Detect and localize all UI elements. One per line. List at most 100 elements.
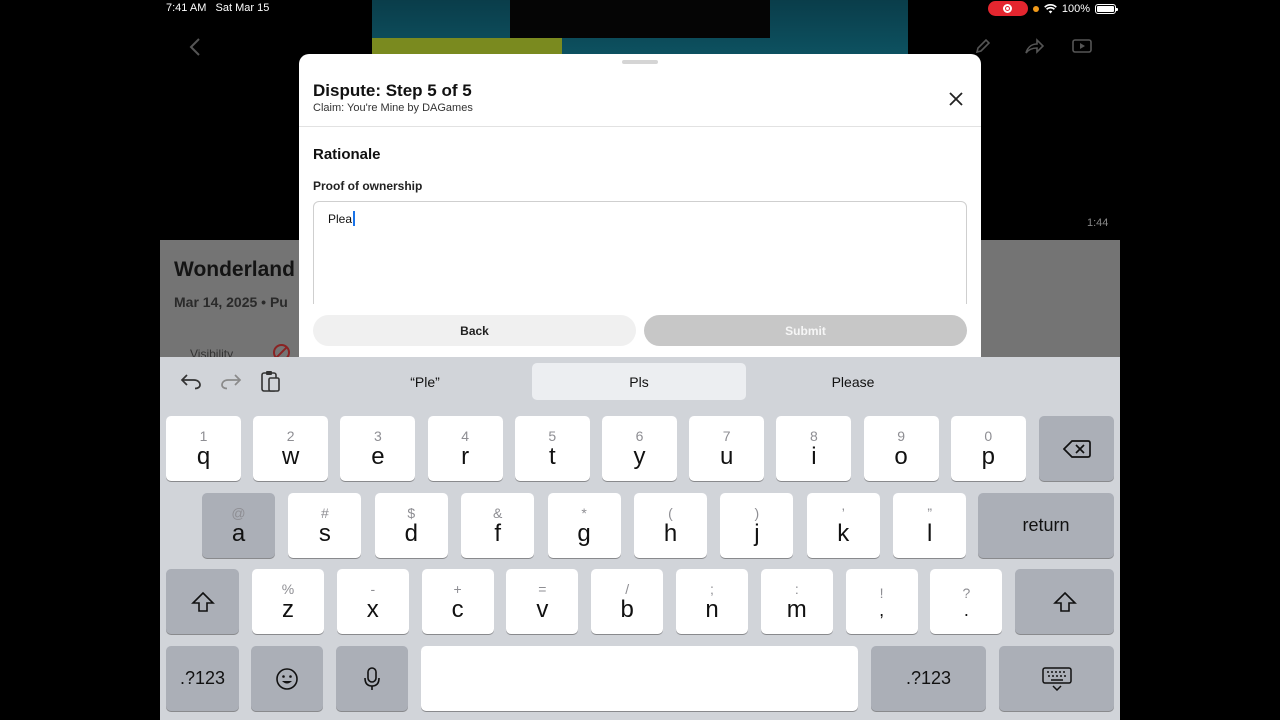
key-comma[interactable]: !,: [845, 569, 918, 634]
wifi-icon: [1044, 3, 1057, 13]
key-d[interactable]: $ d: [374, 493, 448, 558]
delete-key[interactable]: [1039, 416, 1114, 481]
return-label: return: [1022, 515, 1070, 535]
key-primary-label: x: [366, 595, 379, 623]
key-primary-label: ,: [879, 599, 885, 620]
video-duration: 1:44: [1087, 217, 1109, 229]
key-h[interactable]: (h: [634, 493, 707, 558]
key-primary-label: p: [981, 442, 995, 470]
key-period[interactable]: ?.: [930, 569, 1003, 634]
key-primary-label: j: [754, 519, 760, 547]
key-secondary-label: *: [581, 504, 587, 521]
key-secondary-label: /: [625, 580, 630, 597]
key-f[interactable]: & f: [461, 493, 535, 558]
suggestion-1[interactable]: “Ple”: [318, 363, 532, 400]
dialog-subtitle: Claim: You're Mine by DAGames: [313, 102, 473, 114]
dismiss-keyboard-key[interactable]: [999, 646, 1114, 711]
return-key[interactable]: return: [978, 493, 1114, 558]
key-e[interactable]: 3e: [340, 416, 416, 481]
key-secondary-label: :: [794, 580, 799, 597]
key-primary-label: u: [720, 442, 734, 470]
key-secondary-label: 9: [897, 427, 905, 444]
key-primary-label: o: [894, 442, 908, 470]
key-primary-label: r: [461, 442, 470, 470]
back-chevron-icon: [189, 38, 200, 56]
screen: 7:41 AM Sat Mar 15 100% 1:44 Wonderland …: [0, 0, 1280, 720]
key-secondary-label: ’: [841, 504, 845, 521]
space-bar[interactable]: [421, 646, 858, 711]
sheet-grabber[interactable]: [622, 60, 658, 64]
key-z[interactable]: % z: [252, 569, 324, 634]
key-j[interactable]: ) j: [720, 493, 794, 558]
key-m[interactable]: :m: [760, 569, 833, 634]
key-primary-label: v: [536, 595, 549, 623]
battery-percent: 100%: [1061, 2, 1090, 15]
redo-icon: [221, 374, 242, 390]
key-primary-label: s: [318, 519, 331, 547]
proof-field-label: Proof of ownership: [313, 179, 423, 193]
key-t[interactable]: 5t: [514, 416, 590, 481]
key-b[interactable]: / b: [591, 569, 664, 634]
status-date-text: Sat Mar 15: [215, 2, 270, 14]
key-q[interactable]: 1q: [166, 416, 241, 481]
key-k[interactable]: ’ k: [806, 493, 880, 558]
shift-icon: [190, 591, 215, 612]
shift-key-right[interactable]: [1015, 569, 1114, 634]
video-thumbnail: [372, 0, 908, 54]
key-secondary-label: 5: [548, 427, 557, 444]
key-secondary-label: &: [493, 504, 503, 521]
key-g[interactable]: * g: [547, 493, 621, 558]
close-icon: [949, 92, 963, 106]
key-w[interactable]: 2w: [253, 416, 329, 481]
key-primary-label: q: [196, 442, 211, 470]
key-secondary-label: 8: [809, 427, 818, 444]
screen-recording-icon[interactable]: [987, 1, 1028, 16]
key-l[interactable]: ” l: [893, 493, 967, 558]
key-secondary-label: 0: [984, 427, 993, 444]
submit-button[interactable]: Submit: [644, 315, 967, 346]
key-i[interactable]: 8i: [776, 416, 852, 481]
emoji-key[interactable]: [251, 646, 323, 711]
text-caret: [353, 211, 356, 226]
backspace-icon: [1062, 439, 1091, 458]
section-title: Rationale: [313, 146, 381, 163]
key-secondary-label: 6: [635, 427, 644, 444]
key-o[interactable]: 9o: [863, 416, 939, 481]
suggestion-2[interactable]: Pls: [532, 363, 746, 400]
numbers-key-right[interactable]: .?123: [871, 646, 986, 711]
key-v[interactable]: = v: [506, 569, 579, 634]
key-p[interactable]: 0p: [950, 416, 1026, 481]
back-button[interactable]: Back: [313, 315, 636, 346]
key-r[interactable]: 4r: [427, 416, 503, 481]
redo-button[interactable]: [219, 369, 243, 393]
key-secondary-label: ?: [962, 584, 971, 601]
key-s[interactable]: # s: [288, 493, 362, 558]
key-primary-label: b: [620, 595, 634, 623]
close-button[interactable]: [943, 86, 969, 112]
dictation-key[interactable]: [336, 646, 408, 711]
suggestion-3[interactable]: Please: [746, 363, 960, 400]
key-y[interactable]: 6y: [602, 416, 677, 481]
key-primary-label: z: [282, 595, 294, 623]
numbers-key-left[interactable]: .?123: [166, 646, 239, 711]
undo-button[interactable]: [179, 369, 203, 393]
shift-key-left[interactable]: [166, 569, 239, 634]
key-secondary-label: 7: [722, 427, 731, 444]
dispute-dialog: Dispute: Step 5 of 5 Claim: You're Mine …: [299, 54, 981, 360]
proof-of-ownership-textarea[interactable]: Plea: [313, 201, 967, 311]
emoji-icon: [276, 667, 298, 690]
key-u[interactable]: 7u: [689, 416, 765, 481]
key-primary-label: w: [282, 442, 300, 470]
video-title: Wonderland: [174, 258, 295, 281]
key-n[interactable]: ; n: [676, 569, 748, 634]
key-c[interactable]: + c: [421, 569, 494, 634]
paste-button[interactable]: [258, 369, 282, 393]
key-secondary-label: ): [754, 504, 760, 521]
key-x[interactable]: -x: [336, 569, 409, 634]
key-primary-label: .: [963, 599, 969, 620]
key-a[interactable]: @ a: [202, 493, 275, 558]
mic-indicator-icon: [1032, 5, 1039, 12]
key-primary-label: e: [371, 442, 385, 470]
status-indicators: 100%: [987, 1, 1118, 16]
key-primary-label: i: [811, 442, 817, 470]
